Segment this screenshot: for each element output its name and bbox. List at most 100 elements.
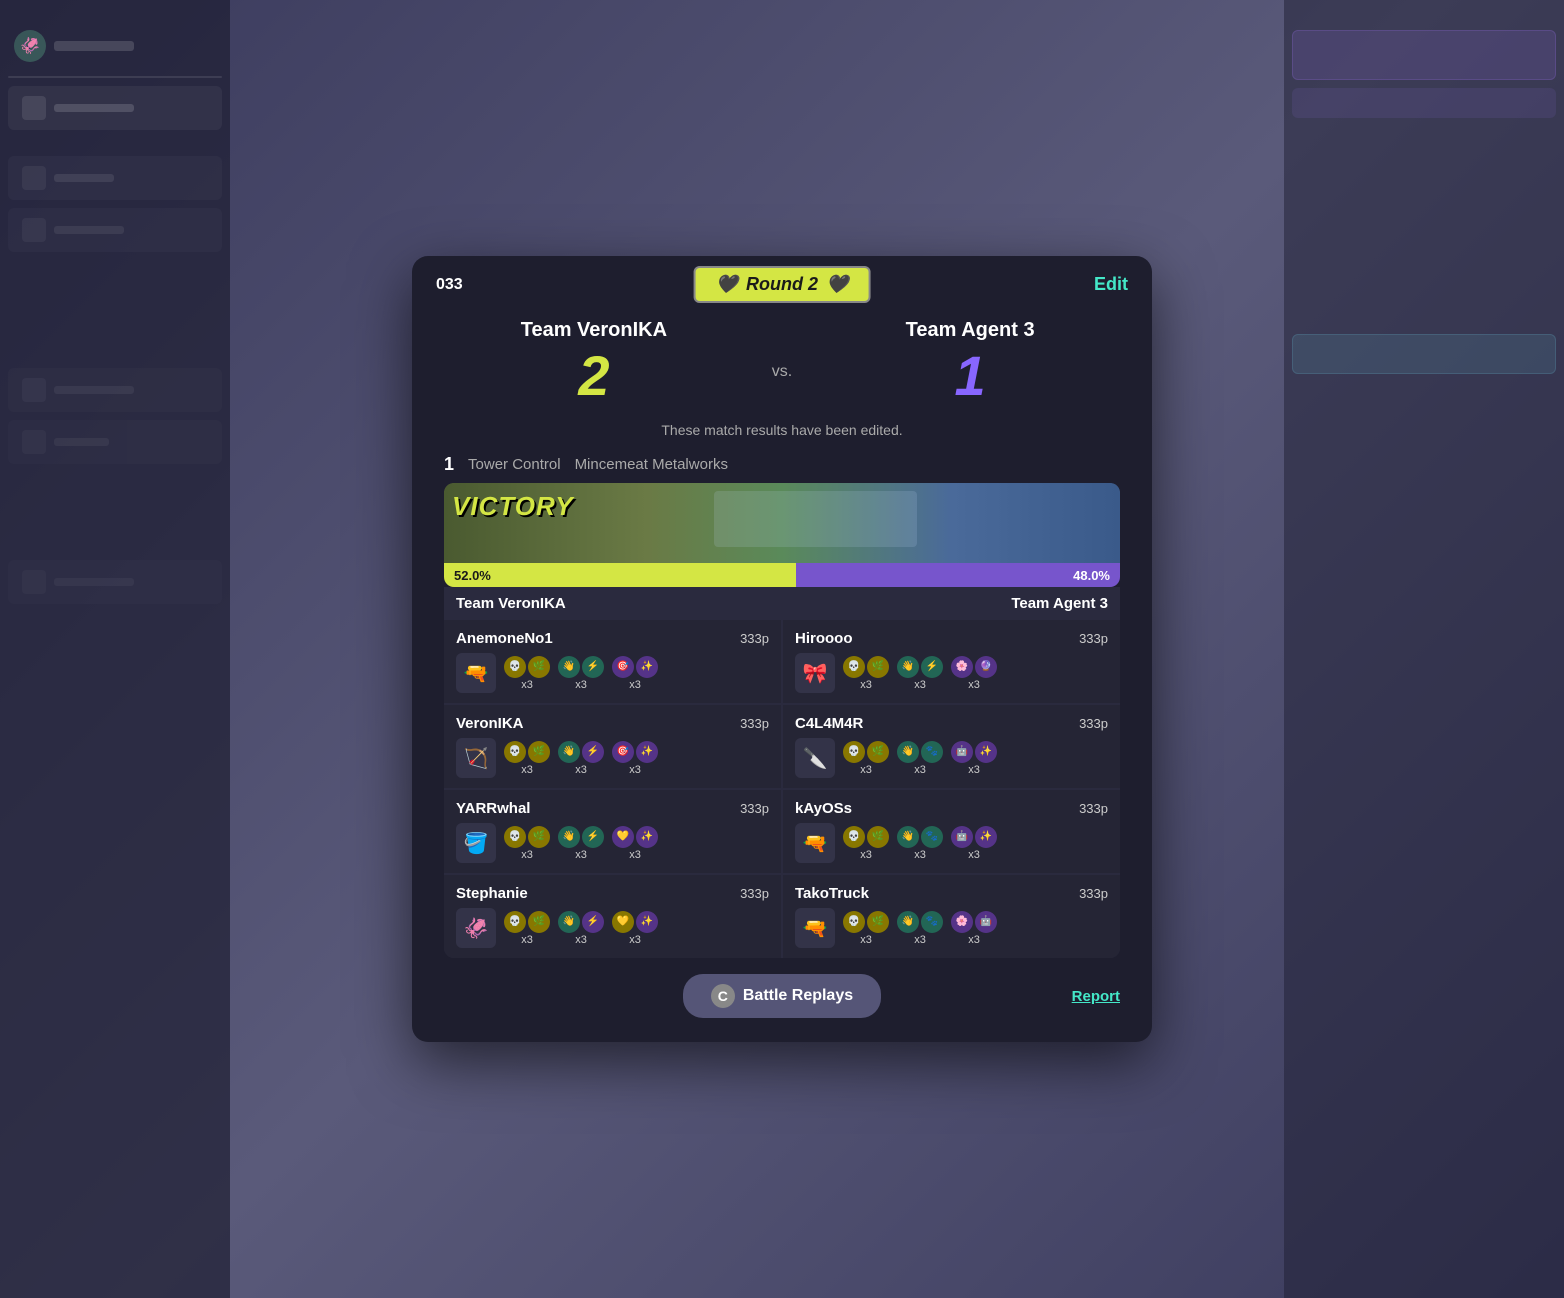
ability-icon: 👋 [897, 826, 919, 848]
battle-replays-label: Battle Replays [743, 987, 853, 1005]
team-b-name: Team Agent 3 [906, 319, 1035, 342]
round-number: 033 [436, 276, 463, 294]
battle-number: 1 [444, 454, 454, 475]
ability-icon: 💀 [843, 911, 865, 933]
ability-icon: 🌿 [867, 911, 889, 933]
ability-icon: 💀 [504, 741, 526, 763]
modal-header: 033 🖤 Round 2 🖤 Edit [412, 256, 1152, 309]
report-button[interactable]: Report [1072, 988, 1120, 1005]
edited-notice: These match results have been edited. [412, 414, 1152, 454]
weapon-icon: 🔫 [795, 908, 835, 948]
ability-icon: 🤖 [951, 741, 973, 763]
ability-icon: 💀 [843, 741, 865, 763]
players-container: Team VeronIKA Team Agent 3 AnemoneNo1 33… [444, 587, 1120, 958]
player-card: AnemoneNo1 333p 🔫 💀 🌿 x3 👋 [444, 620, 781, 703]
progress-yellow: 52.0% [444, 563, 796, 587]
ability-count: x3 [575, 849, 587, 861]
team-b-score: 1 [955, 348, 986, 404]
edit-button[interactable]: Edit [1094, 274, 1128, 295]
ability-icon: 🌿 [528, 741, 550, 763]
ability-icon: 🤖 [951, 826, 973, 848]
ability-count: x3 [629, 849, 641, 861]
player-name: Hiroooo [795, 630, 853, 647]
ability-group: 💛 ✨ x3 [612, 826, 658, 861]
ability-count: x3 [914, 849, 926, 861]
purple-percent: 48.0% [1073, 568, 1110, 583]
ability-icon: 🌿 [528, 656, 550, 678]
ability-group: 👋 ⚡ x3 [897, 656, 943, 691]
player-points: 333p [1079, 886, 1108, 901]
ability-count: x3 [521, 934, 533, 946]
ability-icon: ✨ [975, 826, 997, 848]
ability-count: x3 [968, 934, 980, 946]
player-name: TakoTruck [795, 885, 869, 902]
player-card: C4L4M4R 333p 🔪 💀 🌿 x3 👋 [783, 705, 1120, 788]
weapon-icon: 🔫 [456, 653, 496, 693]
ability-group: 🤖 ✨ x3 [951, 741, 997, 776]
ability-count: x3 [914, 934, 926, 946]
weapon-icon: 🏹 [456, 738, 496, 778]
ability-count: x3 [860, 679, 872, 691]
ability-group: 👋 🐾 x3 [897, 911, 943, 946]
ability-icon: ✨ [636, 911, 658, 933]
player-name: C4L4M4R [795, 715, 863, 732]
ability-group: 👋 🐾 x3 [897, 741, 943, 776]
battle-card-header: VICTORY [444, 483, 1120, 563]
battle-info: 1 Tower Control Mincemeat Metalworks [412, 454, 1152, 483]
player-card: kAyOSs 333p 🔫 💀 🌿 x3 👋 [783, 790, 1120, 873]
team-headers: Team VeronIKA Team Agent 3 [444, 587, 1120, 620]
yellow-percent: 52.0% [454, 568, 491, 583]
ability-icon: ✨ [636, 656, 658, 678]
ability-icon: ⚡ [582, 656, 604, 678]
ability-icon: 🎯 [612, 741, 634, 763]
weapon-icon: 🔫 [795, 823, 835, 863]
player-name: VeronIKA [456, 715, 524, 732]
ability-group: 💀 🌿 x3 [843, 911, 889, 946]
player-points: 333p [740, 886, 769, 901]
player-card: Stephanie 333p 🦑 💀 🌿 x3 👋 [444, 875, 781, 958]
ability-icon: 💀 [843, 656, 865, 678]
team-a-name: Team VeronIKA [521, 319, 667, 342]
ability-icon: ✨ [636, 741, 658, 763]
ability-icon: 🤖 [975, 911, 997, 933]
teams-section: Team VeronIKA 2 vs. Team Agent 3 1 [412, 309, 1152, 414]
ability-group: 💀 🌿 x3 [504, 826, 550, 861]
player-name: kAyOSs [795, 800, 852, 817]
ability-count: x3 [575, 764, 587, 776]
ability-icon: ⚡ [582, 911, 604, 933]
ability-count: x3 [575, 934, 587, 946]
players-grid: AnemoneNo1 333p 🔫 💀 🌿 x3 👋 [444, 620, 1120, 958]
ability-icon: 💀 [843, 826, 865, 848]
player-points: 333p [1079, 631, 1108, 646]
ability-group: 💛 ✨ x3 [612, 911, 658, 946]
vs-label: vs. [752, 363, 812, 381]
player-card: VeronIKA 333p 🏹 💀 🌿 x3 👋 [444, 705, 781, 788]
ability-icon: 🌿 [528, 911, 550, 933]
ability-group: 💀 🌿 x3 [504, 911, 550, 946]
ability-icon: 👋 [558, 741, 580, 763]
ability-count: x3 [860, 764, 872, 776]
battle-map: Mincemeat Metalworks [575, 456, 728, 473]
ability-group: 👋 ⚡ x3 [558, 741, 604, 776]
player-card: Hiroooo 333p 🎀 💀 🌿 x3 👋 [783, 620, 1120, 703]
team-a-side: Team VeronIKA 2 [436, 319, 752, 404]
ability-count: x3 [914, 679, 926, 691]
ability-icon: ✨ [975, 741, 997, 763]
ability-icon: 🔮 [975, 656, 997, 678]
ability-count: x3 [914, 764, 926, 776]
splat-right-icon: 🖤 [826, 274, 848, 295]
ability-count: x3 [575, 679, 587, 691]
ability-group: 💀 🌿 x3 [504, 741, 550, 776]
ability-count: x3 [860, 934, 872, 946]
ability-count: x3 [629, 764, 641, 776]
ability-count: x3 [968, 679, 980, 691]
ability-icon: 🌿 [867, 741, 889, 763]
player-name: YARRwhal [456, 800, 530, 817]
team-a-header: Team VeronIKA [444, 587, 782, 620]
ability-icon: 👋 [558, 656, 580, 678]
ability-count: x3 [968, 764, 980, 776]
ability-icon: 🌿 [528, 826, 550, 848]
ability-group: 💀 🌿 x3 [843, 741, 889, 776]
battle-replays-button[interactable]: C Battle Replays [683, 974, 881, 1018]
ability-group: 👋 🐾 x3 [897, 826, 943, 861]
